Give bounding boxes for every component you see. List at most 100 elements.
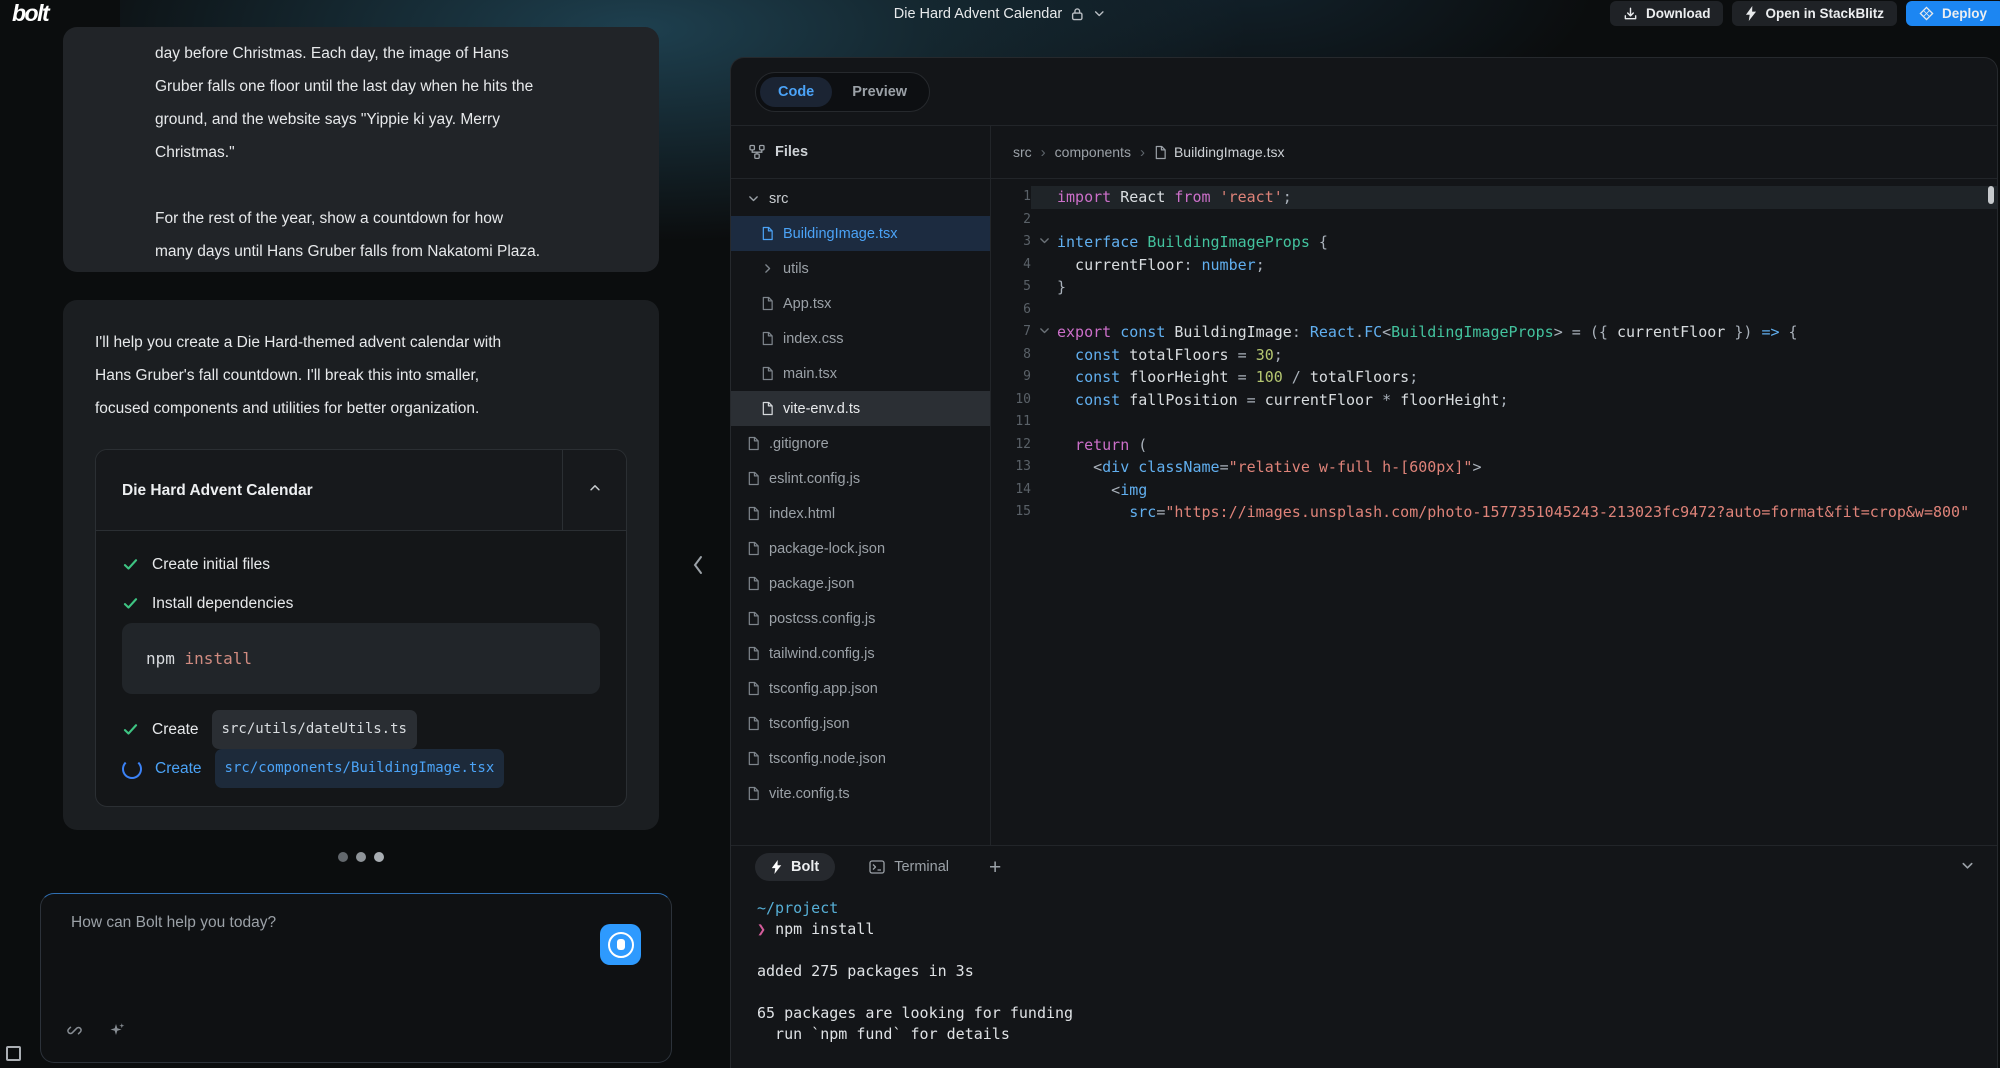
code-line-11: 11 [991,411,1997,434]
file-icon [761,226,774,241]
code-line-12: 12 return ( [991,434,1997,457]
file-icon [747,576,760,591]
panel-collapse-handle[interactable] [692,552,704,583]
line-number: 9 [991,366,1031,389]
chevron-up-icon [588,474,602,507]
artifact-card-header: Die Hard Advent Calendar [96,450,626,531]
attach-link-icon[interactable] [65,1021,84,1040]
file-icon [747,716,760,731]
tree-file-tsconfig.app.json[interactable]: tsconfig.app.json [731,671,990,706]
terminal-tab-terminal[interactable]: Terminal [863,858,955,876]
tree-folder-src[interactable]: src [731,181,990,216]
code-preview-toggle: Code Preview [755,72,930,112]
tree-file-vite-env.d.ts[interactable]: vite-env.d.ts [731,391,990,426]
add-terminal-button[interactable]: + [983,856,1007,879]
project-title: Die Hard Advent Calendar [894,6,1062,22]
code-line-4: 4 currentFloor: number; [991,254,1997,277]
tree-file-postcss.config.js[interactable]: postcss.config.js [731,601,990,636]
files-panel-title: Files [775,144,808,160]
tree-file-tsconfig.node.json[interactable]: tsconfig.node.json [731,741,990,776]
open-stackblitz-button[interactable]: Open in StackBlitz [1732,1,1897,26]
editor-scrollbar[interactable] [1988,186,1994,204]
tree-file-vite.config.ts[interactable]: vite.config.ts [731,776,990,811]
download-button[interactable]: Download [1610,1,1724,26]
breadcrumb-components[interactable]: components [1055,144,1131,160]
lock-icon [1071,7,1084,21]
stop-generation-button[interactable] [600,924,641,965]
top-bar: bolt Die Hard Advent Calendar Download O… [0,0,2000,27]
workbench-panel: Code Preview Files srcBuildingImage.tsxu… [730,57,1998,1068]
file-icon [747,436,760,451]
task-done: Create initial files [122,545,600,584]
spinner-icon [122,759,142,779]
line-number: 11 [991,411,1031,434]
terminal-line [757,940,1997,961]
terminal-collapse-icon[interactable] [1960,858,1975,873]
file-icon [1154,145,1167,160]
code-editor[interactable]: src components BuildingImage.tsx 1import… [991,126,1997,845]
artifact-actions: Create initial filesInstall dependencies… [96,531,626,806]
tree-file-.gitignore[interactable]: .gitignore [731,426,990,461]
line-number: 6 [991,299,1031,322]
download-icon [1623,6,1638,21]
files-icon [749,144,765,160]
line-number: 2 [991,209,1031,232]
file-icon [747,681,760,696]
artifact-card: Die Hard Advent Calendar Create initial … [95,449,627,807]
code-line-6: 6 [991,299,1997,322]
line-number: 8 [991,344,1031,367]
tree-file-eslint.config.js[interactable]: eslint.config.js [731,461,990,496]
line-number: 3 [991,231,1031,254]
terminal-output[interactable]: ~/project❯ npm install added 275 package… [731,888,1997,1045]
file-icon [747,611,760,626]
enhance-prompt-icon[interactable] [108,1021,126,1040]
tab-preview[interactable]: Preview [834,77,925,107]
view-tabbar: Code Preview [731,58,1997,126]
terminal-icon [869,860,885,874]
files-panel: Files srcBuildingImage.tsxutilsApp.tsxin… [731,126,991,845]
code-line-1: 1import React from 'react'; [991,186,1997,209]
project-title-group[interactable]: Die Hard Advent Calendar [894,0,1106,27]
line-number: 5 [991,276,1031,299]
task-done: Install dependencies [122,584,600,623]
tree-file-BuildingImage.tsx[interactable]: BuildingImage.tsx [731,216,990,251]
tree-file-main.tsx[interactable]: main.tsx [731,356,990,391]
tree-folder-utils[interactable]: utils [731,251,990,286]
line-number: 10 [991,389,1031,412]
code-line-3: 3interface BuildingImageProps { [991,231,1997,254]
terminal-tab-bolt[interactable]: Bolt [755,853,835,881]
tree-file-App.tsx[interactable]: App.tsx [731,286,990,321]
fold-chevron-down-icon[interactable] [1038,233,1051,251]
tree-file-package.json[interactable]: package.json [731,566,990,601]
breadcrumb-file[interactable]: BuildingImage.tsx [1154,144,1285,160]
fold-chevron-down-icon[interactable] [1038,323,1051,341]
corner-widget-icon[interactable] [6,1046,21,1061]
code-line-10: 10 const fallPosition = currentFloor * f… [991,389,1997,412]
tab-code[interactable]: Code [760,77,832,107]
line-number: 13 [991,456,1031,479]
stop-icon [608,932,634,958]
deploy-icon [1919,6,1934,21]
breadcrumb-src[interactable]: src [1013,144,1032,160]
task-loading-file: Createsrc/components/BuildingImage.tsx [122,749,600,788]
file-path-chip[interactable]: src/utils/dateUtils.ts [212,710,417,749]
check-icon [122,595,139,612]
tree-file-index.css[interactable]: index.css [731,321,990,356]
artifact-collapse-button[interactable] [562,450,626,530]
file-path-chip[interactable]: src/components/BuildingImage.tsx [215,749,505,788]
artifact-title: Die Hard Advent Calendar [96,450,562,530]
workbench-main: Files srcBuildingImage.tsxutilsApp.tsxin… [731,126,1997,845]
tree-file-tsconfig.json[interactable]: tsconfig.json [731,706,990,741]
line-number: 4 [991,254,1031,277]
chevron-down-icon [747,192,760,205]
code-line-15: 15 src="https://images.unsplash.com/phot… [991,501,1997,524]
chevron-down-icon[interactable] [1093,7,1106,20]
chat-input[interactable] [69,912,543,996]
tree-file-package-lock.json[interactable]: package-lock.json [731,531,990,566]
download-label: Download [1646,6,1711,21]
tree-file-tailwind.config.js[interactable]: tailwind.config.js [731,636,990,671]
assistant-message: I'll help you create a Die Hard-themed a… [63,300,659,830]
tree-file-index.html[interactable]: index.html [731,496,990,531]
deploy-button[interactable]: Deploy [1906,1,2000,26]
bolt-app: bolt Die Hard Advent Calendar Download O… [0,0,2000,1068]
